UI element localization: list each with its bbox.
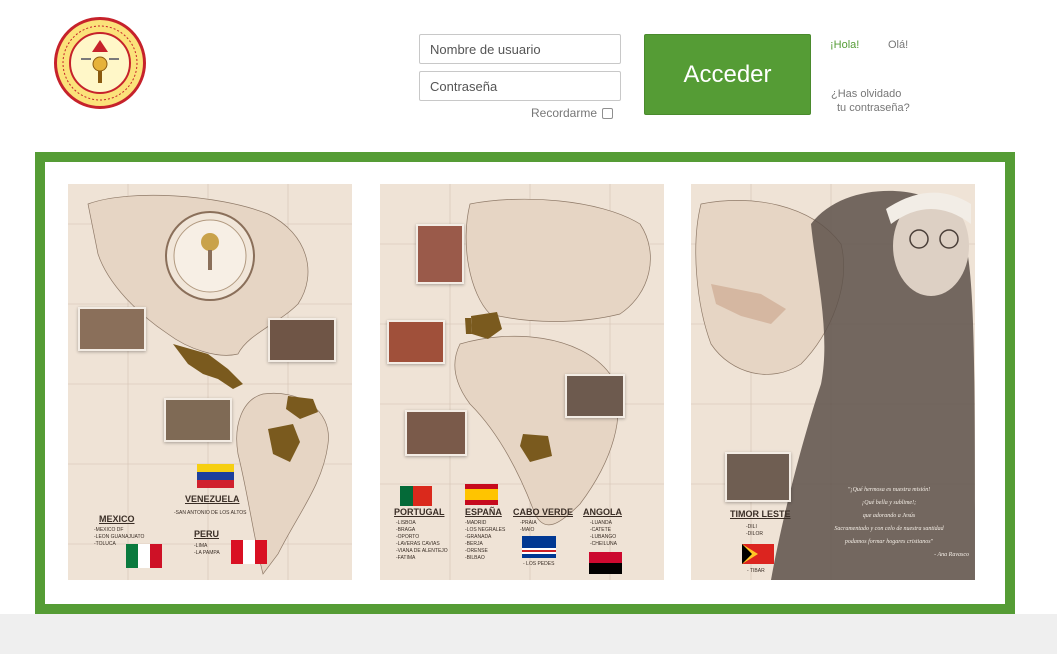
- footer-band: [0, 614, 1057, 654]
- mexico-city-3: -TOLUCA: [94, 541, 116, 547]
- language-spanish-link[interactable]: ¡Hola!: [830, 39, 859, 51]
- map-panel-asia: TIMOR LESTE -DILI -DILOR - TIBAR "¡Qué h…: [691, 184, 975, 580]
- timor-flag-icon: [742, 544, 774, 564]
- map-panel-americas: VENEZUELA -SAN ANTONIO DE LOS ALTOS MEXI…: [68, 184, 352, 580]
- angola-city-2: -CATETE: [590, 527, 612, 533]
- portugal-city-2: -BRAGA: [396, 527, 416, 533]
- espana-city-6: -BILBAO: [465, 555, 485, 561]
- spain-flag-icon: [465, 484, 498, 505]
- timor-flag-triangle-icon: [742, 544, 758, 564]
- timor-city-1: -DILI: [746, 524, 757, 530]
- monstrance-icon: [81, 40, 119, 83]
- login-button[interactable]: Acceder: [644, 34, 811, 115]
- cabo-verde-flag-icon: [522, 536, 556, 558]
- angola-city-4: -CHEILUNA: [590, 541, 617, 547]
- venezuela-city: -SAN ANTONIO DE LOS ALTOS: [174, 510, 247, 516]
- espana-city-5: -ORENSE: [465, 548, 488, 554]
- logo-center: [69, 32, 131, 94]
- label-angola: ANGOLA: [583, 507, 622, 517]
- espana-city-4: -BERJA: [465, 541, 483, 547]
- espana-city-1: -MADRID: [465, 520, 487, 526]
- timor-city-2: -DILOR: [746, 531, 763, 537]
- mexico-flag-icon: [126, 544, 162, 568]
- photo-meeting: [405, 410, 467, 456]
- photo-children: [387, 320, 445, 364]
- cabo-verde-extra: - LOS PEDES: [523, 561, 555, 567]
- portugal-city-6: -FATIMA: [396, 555, 416, 561]
- photo-church: [416, 224, 464, 284]
- label-peru: PERU: [194, 529, 220, 539]
- forgot-line-1: ¿Has olvidado: [831, 88, 902, 100]
- peru-flag-icon: [231, 540, 267, 564]
- photo-timor-community: [725, 452, 791, 502]
- quote-line-1: "¡Qué hermosa es nuestra misión!: [847, 487, 931, 493]
- cabo-verde-city-1: -PRAIA: [520, 520, 537, 526]
- espana-city-3: -GRANADA: [465, 534, 492, 540]
- portugal-city-4: -LAVERAS CAVIAS: [396, 541, 440, 547]
- label-portugal: PORTUGAL: [394, 507, 445, 517]
- label-venezuela: VENEZUELA: [185, 494, 240, 504]
- mexico-city-2: -LEON GUANAJUATO: [94, 534, 145, 540]
- angola-flag-icon: [589, 552, 622, 574]
- password-input[interactable]: [419, 71, 621, 101]
- peru-city-1: -LIMA: [194, 543, 208, 549]
- remember-checkbox[interactable]: [602, 107, 614, 119]
- quote-line-5: podamos formar hogares cristianos": [844, 539, 934, 545]
- label-mexico: MEXICO: [99, 514, 135, 524]
- portugal-city-3: -OPORTO: [396, 534, 420, 540]
- quote-line-4: Sacramentado y con celo de nuestra santi…: [834, 526, 944, 532]
- cabo-verde-city-2: -MAIO: [520, 527, 535, 533]
- peru-city-2: -LA PAMPA: [194, 550, 220, 556]
- label-espana: ESPAÑA: [465, 507, 502, 517]
- photo-group: [164, 398, 232, 442]
- espana-city-2: -LOS NEGRALES: [465, 527, 506, 533]
- photo-chapel: [268, 318, 336, 362]
- portugal-city-5: -VIANA DE ALENTEJO: [396, 548, 448, 554]
- map-panel-europe-africa: PORTUGAL -LISBOA -BRAGA -OPORTO -LAVERAS…: [380, 184, 664, 580]
- header: Recordarme Acceder ¡Hola! Olá! ¿Has olvi…: [0, 0, 1057, 150]
- label-timor: TIMOR LESTE: [730, 509, 791, 519]
- angola-city-1: -LUANDA: [590, 520, 612, 526]
- timor-extra: - TIBAR: [747, 568, 765, 574]
- label-cabo-verde: CABO VERDE: [513, 507, 574, 517]
- quote-author: - Ana Ravasco: [934, 552, 969, 558]
- venezuela-flag-icon: [197, 464, 234, 488]
- photo-gathering: [78, 307, 146, 351]
- quote-line-3: que adorando a Jesús: [862, 513, 916, 519]
- forgot-password-link[interactable]: ¿Has olvidado tu contraseña?: [831, 87, 941, 115]
- portugal-flag-icon: [400, 486, 432, 506]
- remember-me: Recordarme: [531, 104, 614, 122]
- language-portuguese-link[interactable]: Olá!: [888, 39, 908, 51]
- mexico-city-1: -MEXICO DF: [94, 527, 124, 533]
- forgot-line-2: tu contraseña?: [837, 102, 910, 114]
- photo-classroom: [565, 374, 625, 418]
- founder-quote: "¡Qué hermosa es nuestra misión! ¡Qué be…: [809, 484, 969, 562]
- angola-city-3: -LUBANGO: [590, 534, 617, 540]
- remember-label: Recordarme: [531, 106, 598, 120]
- portugal-city-1: -LISBOA: [396, 520, 416, 526]
- username-input[interactable]: [419, 34, 621, 64]
- quote-line-2: ¡Qué bella y sublime!;: [861, 500, 917, 506]
- congregation-logo[interactable]: [54, 17, 146, 109]
